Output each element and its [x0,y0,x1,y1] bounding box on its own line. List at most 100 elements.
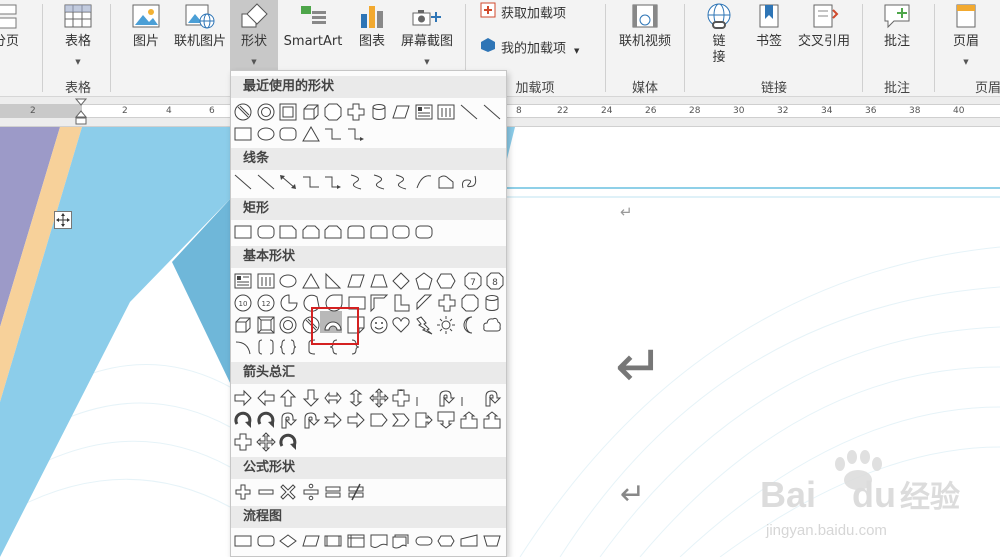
shape-s-curve[interactable] [346,172,366,192]
shape-u-arrow[interactable] [278,388,298,408]
shape-fc-proc[interactable] [233,531,253,551]
shape-moon[interactable] [459,315,479,335]
shape-vtextbox[interactable] [436,102,456,122]
shape-trapezoid[interactable] [369,271,389,291]
shape-fc-manual[interactable] [459,531,479,551]
shape-parallelogram[interactable] [391,102,411,122]
cross-reference-button[interactable]: 交叉引用 [792,0,856,75]
shape-freeform[interactable] [436,172,456,192]
shape-dodecagon-12[interactable]: 12 [256,293,276,313]
shape-line[interactable] [482,102,502,122]
shape-sun[interactable] [436,315,456,335]
shape-heart[interactable] [391,315,411,335]
shape-callout[interactable] [414,410,434,430]
shape-round-rect[interactable] [414,222,434,242]
shape-can[interactable] [369,102,389,122]
shape-rect[interactable] [233,124,253,144]
shape-bevel[interactable] [256,315,276,335]
shape-bracket-pair[interactable] [256,337,276,357]
shape-arc[interactable] [233,337,253,357]
shape-quad-arrow[interactable] [255,432,276,452]
shape-textbox[interactable] [414,102,434,122]
shape-diag-stripe[interactable] [415,293,435,313]
shape-uturn[interactable] [278,410,298,430]
shape-fc-doc[interactable] [369,531,389,551]
shape-line[interactable] [256,172,276,192]
shape-cross4[interactable] [391,388,411,408]
screenshot-button[interactable]: 屏幕截图 ▼ [396,0,458,75]
shape-fc-pre[interactable] [323,531,343,551]
smartart-button[interactable]: SmartArt [280,0,346,75]
shape-chevron[interactable] [391,410,411,430]
shape-uturn[interactable] [301,410,321,430]
shape-round-rect[interactable] [278,124,298,144]
picture-button[interactable]: 图片 [124,0,168,75]
shape-l-arrow[interactable] [256,388,276,408]
shape-eq-div[interactable] [301,482,321,502]
shape-ud-arrow[interactable] [346,388,366,408]
shape-ellipse[interactable] [256,124,276,144]
link-button[interactable]: 链 接 [696,0,742,75]
shape-elbow-arrow[interactable] [323,172,343,192]
shape-fc-multi[interactable] [391,531,411,551]
shape-eq-mult[interactable] [278,482,298,502]
shape-quad-arrow[interactable] [368,388,389,408]
shape-elbow[interactable] [301,172,321,192]
shape-round-top[interactable] [346,222,366,242]
shape-plus[interactable] [233,432,253,452]
online-picture-button[interactable]: 联机图片 [170,0,230,75]
shape-donut[interactable] [256,102,276,122]
shape-curve[interactable] [414,172,434,192]
bookmark-button[interactable]: 书签 [748,0,790,75]
table-button[interactable]: 表格 ▼ [56,0,100,75]
indent-marker-icon[interactable] [74,97,88,127]
table-move-handle-icon[interactable] [54,211,72,229]
shape-round-top[interactable] [369,222,389,242]
shape-eq-eq[interactable] [323,482,343,502]
shape-d-arrow-line[interactable] [278,172,298,192]
shape-octagon-7[interactable]: 7 [463,271,483,291]
shape-octagon[interactable] [460,293,480,313]
shapes-button[interactable]: 形状 ▼ [230,0,278,75]
shape-uturn[interactable] [436,388,456,408]
shape-no-sym[interactable] [233,102,253,122]
shape-elbow-arrow[interactable] [346,124,366,144]
shape-elbow[interactable] [323,124,343,144]
shape-cloud[interactable] [482,315,502,335]
shape-hexagon[interactable] [436,271,456,291]
shape-rt-triangle[interactable] [323,271,343,291]
shape-d-arrow[interactable] [301,388,321,408]
shape-fc-term[interactable] [414,531,434,551]
shape-circ-arrow[interactable] [278,432,298,452]
shape-line[interactable] [459,102,479,122]
shape-triangle[interactable] [301,271,321,291]
shape-uturn[interactable] [482,388,502,408]
shape-pentagon[interactable] [414,271,434,291]
shape-circ-arrow[interactable] [233,410,253,430]
shape-line[interactable] [233,172,253,192]
shape-u-callout[interactable] [482,410,502,430]
shape-ellipse[interactable] [278,271,298,291]
shape-lr-arrow[interactable] [323,388,343,408]
shape-cube[interactable] [301,102,321,122]
shape-vtextbox[interactable] [256,271,276,291]
shape-scribble[interactable] [459,172,479,192]
shape-u-callout[interactable] [459,410,479,430]
shape-cube[interactable] [233,315,253,335]
shape-r-arrow[interactable] [233,388,253,408]
shape-r-arrow[interactable] [346,410,366,430]
shape-can[interactable] [482,293,502,313]
shape-brace-pair[interactable] [278,337,298,357]
shape-snip-rect[interactable] [278,222,298,242]
page-break-button[interactable]: 分页 [0,0,26,75]
shape-octagon-8[interactable]: 8 [485,271,505,291]
shape-bent-arrow[interactable] [414,388,434,408]
shape-rect[interactable] [233,222,253,242]
shape-diamond[interactable] [391,271,411,291]
shape-decagon-10[interactable]: 10 [233,293,253,313]
shape-pie[interactable] [279,293,299,313]
shape-round-rect[interactable] [256,222,276,242]
shape-half-frame[interactable] [369,293,389,313]
get-addins-button[interactable]: 获取加载项 [480,2,566,24]
shape-snip2[interactable] [323,222,343,242]
